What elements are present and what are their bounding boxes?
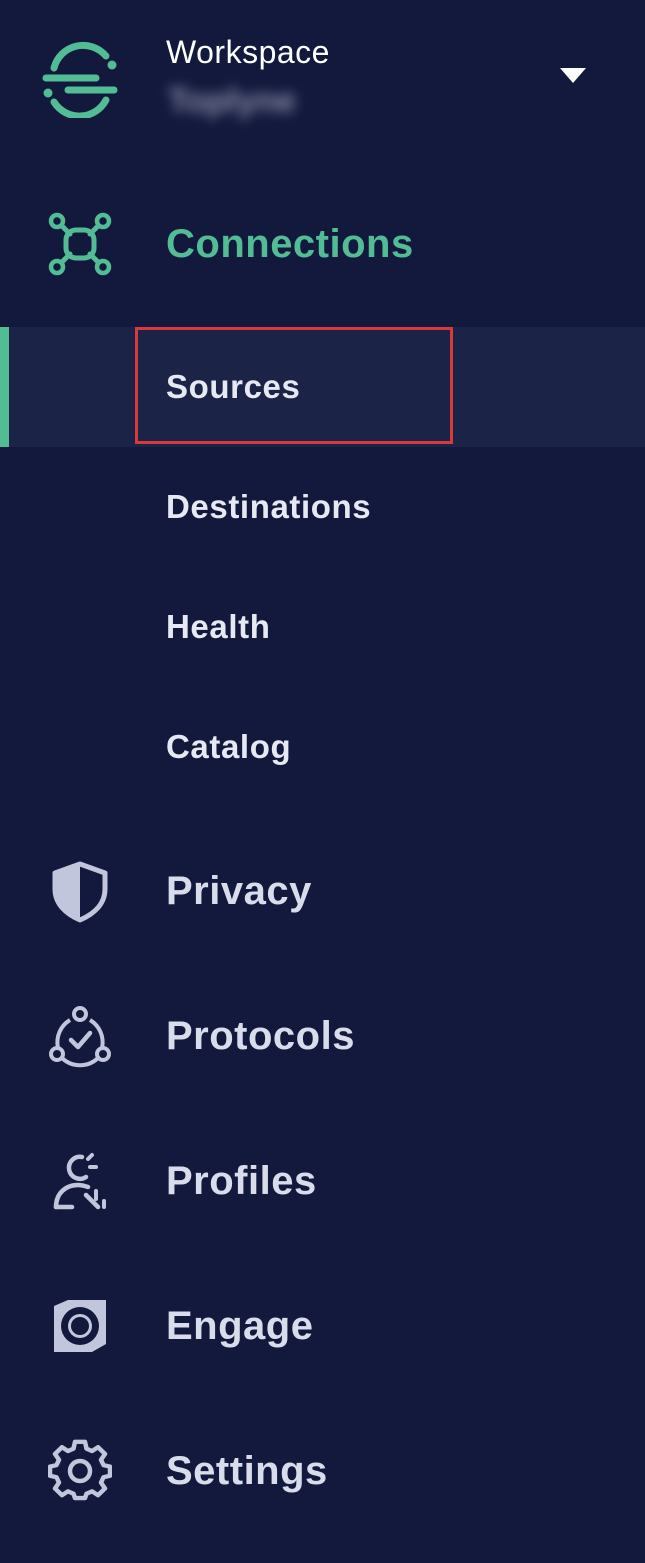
nav-label-privacy: Privacy bbox=[166, 869, 312, 913]
caret-down-icon[interactable] bbox=[560, 68, 586, 83]
workspace-switcher[interactable]: Workspace Toplyne bbox=[0, 0, 645, 150]
sub-item-destinations[interactable]: Destinations bbox=[0, 447, 645, 567]
sidebar: Workspace Toplyne Connections Sources De… bbox=[0, 0, 645, 1563]
sub-item-label: Destinations bbox=[166, 488, 372, 525]
connections-network-icon bbox=[48, 212, 112, 276]
segment-logo-icon bbox=[42, 41, 118, 118]
profiles-person-icon bbox=[53, 1153, 106, 1210]
sub-item-label: Catalog bbox=[166, 728, 292, 765]
sub-item-catalog[interactable]: Catalog bbox=[0, 687, 645, 807]
shield-icon bbox=[52, 861, 108, 923]
nav-label-profiles: Profiles bbox=[166, 1159, 317, 1203]
nav-label-protocols: Protocols bbox=[166, 1014, 355, 1058]
nav-item-privacy[interactable]: Privacy bbox=[0, 845, 645, 937]
protocols-check-icon bbox=[49, 1006, 111, 1068]
nav-label-settings: Settings bbox=[166, 1449, 328, 1493]
nav-item-settings[interactable]: Settings bbox=[0, 1425, 645, 1517]
sub-item-label: Health bbox=[166, 608, 271, 645]
nav-item-protocols[interactable]: Protocols bbox=[0, 990, 645, 1082]
selected-indicator bbox=[0, 327, 9, 447]
workspace-label: Workspace bbox=[166, 34, 330, 70]
nav-label-connections: Connections bbox=[166, 222, 414, 266]
nav-item-profiles[interactable]: Profiles bbox=[0, 1135, 645, 1227]
nav-label-engage: Engage bbox=[166, 1304, 314, 1348]
engage-ring-icon bbox=[54, 1300, 106, 1352]
nav-item-engage[interactable]: Engage bbox=[0, 1280, 645, 1372]
workspace-name: Toplyne bbox=[168, 82, 296, 120]
nav-item-connections[interactable]: Connections bbox=[0, 200, 645, 290]
sub-item-health[interactable]: Health bbox=[0, 567, 645, 687]
sub-item-label: Sources bbox=[166, 368, 301, 405]
gear-icon bbox=[48, 1439, 112, 1501]
sub-item-sources[interactable]: Sources bbox=[0, 327, 645, 447]
